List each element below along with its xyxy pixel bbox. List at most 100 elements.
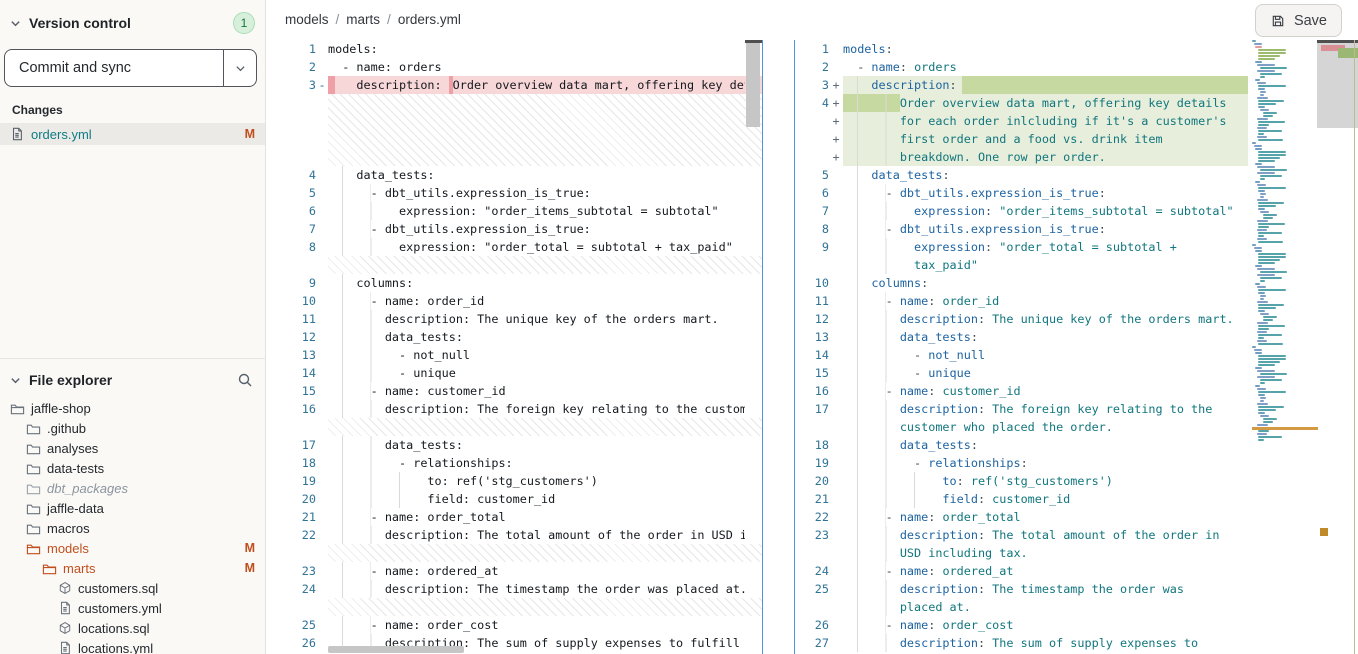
minimap-line bbox=[1258, 154, 1286, 156]
code-line[interactable]: 11- name: order_id bbox=[795, 292, 1252, 310]
code-line[interactable]: 17data_tests: bbox=[266, 436, 762, 454]
code-line[interactable]: 8- dbt_utils.expression_is_true: bbox=[795, 220, 1252, 238]
code-line[interactable]: +for each order inlcluding if it's a cus… bbox=[795, 112, 1252, 130]
code-line[interactable]: customer who placed the order. bbox=[795, 418, 1252, 436]
code-line[interactable]: 23description: The total amount of the o… bbox=[795, 526, 1252, 544]
version-control-header[interactable]: Version control 1 bbox=[10, 12, 255, 34]
code-line[interactable]: 3- description: Order overview data mart… bbox=[266, 76, 762, 94]
code-line[interactable]: 8expression: "order_total = subtotal + t… bbox=[266, 238, 762, 256]
save-button[interactable]: Save bbox=[1255, 4, 1342, 37]
code-line[interactable]: 2- name: orders bbox=[795, 58, 1252, 76]
minimap[interactable] bbox=[1252, 40, 1318, 654]
tree-item-jaffle-data[interactable]: jaffle-data bbox=[0, 498, 265, 518]
commit-dropdown-toggle[interactable] bbox=[223, 50, 256, 86]
tree-item-customers.yml[interactable]: customers.yml bbox=[0, 598, 265, 618]
diff-marker bbox=[316, 616, 328, 634]
tree-item-data-tests[interactable]: data-tests bbox=[0, 458, 265, 478]
code-line[interactable]: 26- name: order_cost bbox=[795, 616, 1252, 634]
code-line[interactable]: 22description: The total amount of the o… bbox=[266, 526, 762, 544]
tree-item-.github[interactable]: .github bbox=[0, 418, 265, 438]
code-line[interactable]: 3+description: bbox=[795, 76, 1252, 94]
code-line[interactable]: 18- relationships: bbox=[266, 454, 762, 472]
code-line[interactable]: placed at. bbox=[795, 598, 1252, 616]
code-line[interactable]: 7- dbt_utils.expression_is_true: bbox=[266, 220, 762, 238]
code-line[interactable]: 20field: customer_id bbox=[266, 490, 762, 508]
overview-ruler[interactable] bbox=[1317, 40, 1358, 654]
diff-pane-modified[interactable]: 1models:2- name: orders3+description:4+O… bbox=[795, 40, 1252, 654]
code-line[interactable]: 16description: The foreign key relating … bbox=[266, 400, 762, 418]
code-line[interactable]: 9columns: bbox=[266, 274, 762, 292]
tree-item-macros[interactable]: macros bbox=[0, 518, 265, 538]
code-line[interactable]: 18data_tests: bbox=[795, 436, 1252, 454]
minimap-line bbox=[1257, 340, 1268, 342]
code-line[interactable]: 14- unique bbox=[266, 364, 762, 382]
code-line[interactable]: 24- name: ordered_at bbox=[795, 562, 1252, 580]
code-line[interactable]: 15- name: customer_id bbox=[266, 382, 762, 400]
vertical-scrollbar-thumb[interactable] bbox=[746, 43, 760, 127]
code-line[interactable]: 27description: The sum of supply expense… bbox=[795, 634, 1252, 652]
code-line[interactable]: 21- name: order_total bbox=[266, 508, 762, 526]
line-number: 11 bbox=[266, 310, 316, 328]
tree-item-models[interactable]: modelsM bbox=[0, 538, 265, 558]
code-line[interactable]: 13data_tests: bbox=[795, 328, 1252, 346]
code-line[interactable]: 15- unique bbox=[795, 364, 1252, 382]
code-line[interactable]: 6- dbt_utils.expression_is_true: bbox=[795, 184, 1252, 202]
code-line[interactable]: 19to: ref('stg_customers') bbox=[266, 472, 762, 490]
code-line[interactable]: 7expression: "order_items_subtotal = sub… bbox=[795, 202, 1252, 220]
code-line[interactable]: 1models: bbox=[266, 40, 762, 58]
main-area: models / marts / orders.yml Save 1models… bbox=[266, 0, 1358, 654]
tree-item-jaffle-shop[interactable]: jaffle-shop bbox=[0, 398, 265, 418]
tree-item-marts[interactable]: martsM bbox=[0, 558, 265, 578]
code-line[interactable]: 12description: The unique key of the ord… bbox=[795, 310, 1252, 328]
tree-item-locations.yml[interactable]: locations.yml bbox=[0, 638, 265, 654]
tree-item-locations.sql[interactable]: locations.sql bbox=[0, 618, 265, 638]
code-line[interactable]: 14- not_null bbox=[795, 346, 1252, 364]
code-line[interactable]: 5- dbt_utils.expression_is_true: bbox=[266, 184, 762, 202]
minimap-line bbox=[1260, 298, 1265, 300]
code-line[interactable]: +breakdown. One row per order. bbox=[795, 148, 1252, 166]
code-line[interactable]: 1models: bbox=[795, 40, 1252, 58]
diff-splitter-sash[interactable] bbox=[762, 40, 795, 654]
code-line[interactable]: 16- name: customer_id bbox=[795, 382, 1252, 400]
minimap-line bbox=[1258, 124, 1269, 126]
code-line[interactable]: 9expression: "order_total = subtotal + bbox=[795, 238, 1252, 256]
code-line[interactable]: +first order and a food vs. drink item bbox=[795, 130, 1252, 148]
code-line[interactable]: 17description: The foreign key relating … bbox=[795, 400, 1252, 418]
code-line[interactable]: 25- name: order_cost bbox=[266, 616, 762, 634]
search-icon[interactable] bbox=[237, 372, 253, 388]
code-line[interactable]: 13- not_null bbox=[266, 346, 762, 364]
code-line[interactable]: 5data_tests: bbox=[795, 166, 1252, 184]
code-line[interactable]: 19- relationships: bbox=[795, 454, 1252, 472]
code-line[interactable]: 24description: The timestamp the order w… bbox=[266, 580, 762, 598]
code-line[interactable]: 11description: The unique key of the ord… bbox=[266, 310, 762, 328]
changed-file-row[interactable]: orders.yml M bbox=[0, 123, 265, 145]
file-explorer-header[interactable]: File explorer bbox=[0, 372, 265, 388]
minimap-line bbox=[1260, 76, 1265, 78]
code-line[interactable]: 12data_tests: bbox=[266, 328, 762, 346]
code-line[interactable]: tax_paid" bbox=[795, 256, 1252, 274]
commit-and-sync-button[interactable]: Commit and sync bbox=[5, 50, 223, 86]
code-line[interactable]: 20to: ref('stg_customers') bbox=[795, 472, 1252, 490]
diff-pane-original[interactable]: 1models:2- name: orders3- description: O… bbox=[266, 40, 762, 654]
code-line[interactable]: 4+Order overview data mart, offering key… bbox=[795, 94, 1252, 112]
tree-item-dbt-packages[interactable]: dbt_packages bbox=[0, 478, 265, 498]
code-line[interactable]: 6expression: "order_items_subtotal = sub… bbox=[266, 202, 762, 220]
breadcrumb-item[interactable]: orders.yml bbox=[398, 12, 461, 27]
tree-item-customers.sql[interactable]: customers.sql bbox=[0, 578, 265, 598]
code-line[interactable]: 10columns: bbox=[795, 274, 1252, 292]
code-line[interactable]: 22- name: order_total bbox=[795, 508, 1252, 526]
tree-item-analyses[interactable]: analyses bbox=[0, 438, 265, 458]
code-line[interactable]: USD including tax. bbox=[795, 544, 1252, 562]
code-line[interactable]: 10- name: order_id bbox=[266, 292, 762, 310]
code-line[interactable]: 23- name: ordered_at bbox=[266, 562, 762, 580]
code-line[interactable]: 25description: The timestamp the order w… bbox=[795, 580, 1252, 598]
code-line[interactable]: 21field: customer_id bbox=[795, 490, 1252, 508]
horizontal-scrollbar-thumb[interactable] bbox=[328, 646, 464, 653]
breadcrumb-item[interactable]: marts bbox=[346, 12, 380, 27]
code-line[interactable]: 2- name: orders bbox=[266, 58, 762, 76]
minimap-line bbox=[1258, 121, 1285, 123]
minimap-line bbox=[1263, 214, 1277, 216]
breadcrumb-item[interactable]: models bbox=[285, 12, 329, 27]
diff-marker bbox=[316, 436, 328, 454]
code-line[interactable]: 4data_tests: bbox=[266, 166, 762, 184]
